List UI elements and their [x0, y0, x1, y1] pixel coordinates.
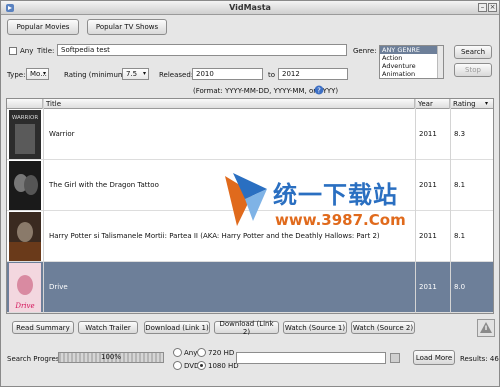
poster-image	[9, 161, 41, 210]
download-link-2-button[interactable]: Download (Link 2)	[214, 320, 279, 336]
results-count: Results: 46	[460, 355, 499, 363]
poster-column-header[interactable]	[7, 99, 43, 109]
column-divider	[450, 99, 451, 313]
genre-item[interactable]: Animation	[380, 70, 443, 78]
quality-any-radio[interactable]	[173, 348, 182, 357]
column-divider	[43, 99, 44, 313]
close-icon[interactable]: ×	[488, 3, 497, 12]
type-select[interactable]: Mo... ▾	[26, 68, 49, 80]
warning-icon[interactable]	[477, 319, 495, 337]
search-progress-label: Search Progress:	[7, 355, 66, 363]
movie-rating: 8.1	[454, 232, 466, 240]
column-header-rating-label: Rating	[453, 100, 476, 108]
popular-tv-shows-button[interactable]: Popular TV Shows	[87, 19, 167, 35]
movie-rating: 8.3	[454, 130, 466, 138]
quality-dvd-radio[interactable]	[173, 361, 182, 370]
watermark-logo-icon	[225, 173, 267, 226]
vidmasta-window: VidMasta – × Popular Movies Popular TV S…	[0, 0, 500, 387]
chevron-down-icon: ▾	[42, 70, 46, 77]
watch-trailer-button[interactable]: Watch Trailer	[78, 321, 138, 334]
type-label: Type:	[7, 71, 26, 79]
movie-rating: 8.1	[454, 181, 466, 189]
genre-item[interactable]: Action	[380, 54, 443, 62]
column-header-title[interactable]: Title	[43, 99, 415, 109]
any-checkbox[interactable]	[9, 47, 17, 55]
svg-text:?: ?	[317, 87, 321, 95]
genre-item[interactable]: ANY GENRE	[380, 46, 443, 54]
rating-label: Rating (minimum):	[64, 71, 130, 79]
site-watermark: 统一下载站 www.3987.Com	[223, 171, 423, 241]
search-button[interactable]: Search	[454, 45, 492, 59]
read-summary-button[interactable]: Read Summary	[12, 321, 74, 334]
help-icon[interactable]: ?	[314, 85, 324, 95]
released-to-input[interactable]: 2012	[278, 68, 348, 80]
to-label: to	[268, 71, 276, 79]
poster-caption: WARRIOR	[12, 115, 38, 121]
sort-arrow-icon: ▾	[484, 100, 488, 107]
poster-image: WARRIOR	[9, 110, 41, 159]
column-header-rating[interactable]: Rating ▾	[450, 99, 493, 109]
quality-any-label: Any	[184, 349, 198, 357]
quality-1080-radio[interactable]	[197, 361, 206, 370]
search-progress-bar: 100%	[58, 352, 164, 363]
poster-image: Drive	[9, 263, 41, 312]
column-header-year[interactable]: Year	[415, 99, 450, 109]
genre-label: Genre:	[353, 47, 377, 55]
any-label: Any	[20, 47, 34, 55]
genre-scrollbar[interactable]	[437, 46, 443, 78]
genre-list[interactable]: ANY GENRE Action Adventure Animation	[379, 45, 444, 79]
movie-title: Warrior	[49, 130, 75, 138]
poster-image	[9, 212, 41, 261]
title-input[interactable]: Softpedia test	[57, 44, 347, 56]
movie-title: The Girl with the Dragon Tattoo	[49, 181, 159, 189]
released-label: Released:	[159, 71, 194, 79]
watch-source-2-button[interactable]: Watch (Source 2)	[351, 321, 415, 334]
watermark-url: www.3987.Com	[275, 211, 406, 229]
rating-select[interactable]: 7.5 ▾	[122, 68, 149, 80]
title-label: Title:	[37, 47, 55, 55]
watch-source-1-button[interactable]: Watch (Source 1)	[283, 321, 347, 334]
watermark-title: 统一下载站	[273, 181, 398, 209]
status-field	[236, 352, 386, 364]
table-row-selected[interactable]: Drive Drive 2011 8.0	[7, 262, 493, 313]
title-bar[interactable]: VidMasta – ×	[1, 1, 499, 15]
movie-title: Drive	[49, 283, 68, 291]
window-title: VidMasta	[229, 3, 271, 12]
quality-720-radio[interactable]	[197, 348, 206, 357]
popular-movies-button[interactable]: Popular Movies	[7, 19, 79, 35]
stop-button[interactable]: Stop	[454, 63, 492, 77]
poster-caption: Drive	[14, 302, 34, 310]
rating-value: 7.5	[126, 70, 138, 78]
table-header: Title Year Rating ▾	[7, 99, 493, 109]
load-more-button[interactable]: Load More	[413, 350, 455, 365]
status-indicator	[390, 353, 400, 363]
quality-1080-label: 1080 HD	[208, 362, 239, 370]
movie-rating: 8.0	[454, 283, 466, 291]
movie-year: 2011	[419, 283, 437, 291]
minimize-icon[interactable]: –	[478, 3, 487, 12]
movie-year: 2011	[419, 130, 437, 138]
table-row[interactable]: WARRIOR Warrior 2011 8.3	[7, 109, 493, 160]
quality-720-label: 720 HD	[208, 349, 235, 357]
released-from-input[interactable]: 2010	[192, 68, 263, 80]
chevron-down-icon: ▾	[142, 70, 146, 77]
genre-item[interactable]: Adventure	[380, 62, 443, 70]
download-link-1-button[interactable]: Download (Link 1)	[144, 321, 210, 334]
